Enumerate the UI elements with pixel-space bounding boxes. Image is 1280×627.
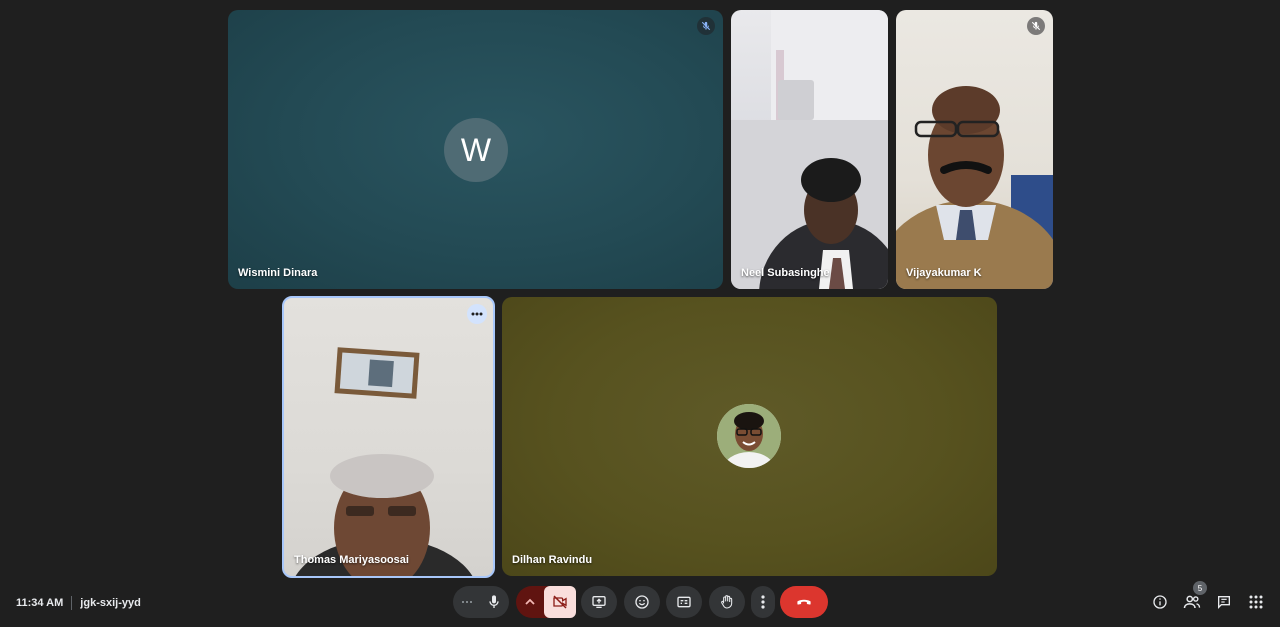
divider <box>71 596 73 610</box>
microphone-icon[interactable] <box>480 594 508 610</box>
muted-mic-icon <box>1027 17 1045 35</box>
muted-mic-icon <box>697 17 715 35</box>
participant-name: Wismini Dinara <box>238 267 318 279</box>
activities-grid-icon[interactable] <box>1247 593 1265 611</box>
hand-icon <box>721 595 733 609</box>
more-actions-button[interactable] <box>751 586 775 618</box>
participant-tile[interactable]: W Wismini Dinara <box>228 10 723 289</box>
more-options-icon[interactable] <box>467 304 487 324</box>
participant-name: Neel Subasinghe <box>741 267 830 279</box>
participant-tile-selected[interactable]: Thomas Mariyasoosai <box>282 296 495 578</box>
avatar: W <box>444 118 508 182</box>
end-call-icon <box>797 599 811 605</box>
captions-icon <box>677 596 691 608</box>
meeting-info: 11:34 AM jgk-sxij-yyd <box>16 594 141 612</box>
people-icon[interactable] <box>1183 593 1201 611</box>
avatar <box>717 404 781 468</box>
participant-tile[interactable]: Neel Subasinghe <box>731 10 888 289</box>
video-feed <box>896 86 1053 289</box>
more-audio-options-icon[interactable] <box>454 600 480 604</box>
captions-button[interactable] <box>666 586 702 618</box>
participant-name: Vijayakumar K <box>906 267 982 279</box>
camera-off-icon[interactable] <box>544 586 576 618</box>
clock-time: 11:34 AM <box>16 597 64 609</box>
kebab-icon <box>761 595 765 609</box>
present-screen-button[interactable] <box>581 586 617 618</box>
chat-icon[interactable] <box>1215 593 1233 611</box>
video-feed <box>731 10 888 289</box>
meeting-stage: W Wismini Dinara Neel Subasinghe Vijayak… <box>0 0 1280 627</box>
raise-hand-button[interactable] <box>709 586 745 618</box>
info-icon[interactable] <box>1151 593 1169 611</box>
audio-control-group <box>453 586 509 618</box>
participant-name: Thomas Mariyasoosai <box>294 554 409 566</box>
video-feed <box>295 347 473 576</box>
video-control-group <box>516 586 576 618</box>
participant-tile[interactable]: Vijayakumar K <box>896 10 1053 289</box>
participant-name: Dilhan Ravindu <box>512 554 593 566</box>
chevron-up-icon[interactable] <box>516 598 544 606</box>
meeting-code[interactable]: jgk-sxij-yyd <box>80 597 141 609</box>
participant-count-badge: 5 <box>1193 581 1207 595</box>
present-screen-icon <box>592 596 606 608</box>
reactions-button[interactable] <box>624 586 660 618</box>
participant-tile[interactable]: Dilhan Ravindu <box>502 297 997 576</box>
leave-call-button[interactable] <box>780 586 828 618</box>
emoji-icon <box>635 595 649 609</box>
